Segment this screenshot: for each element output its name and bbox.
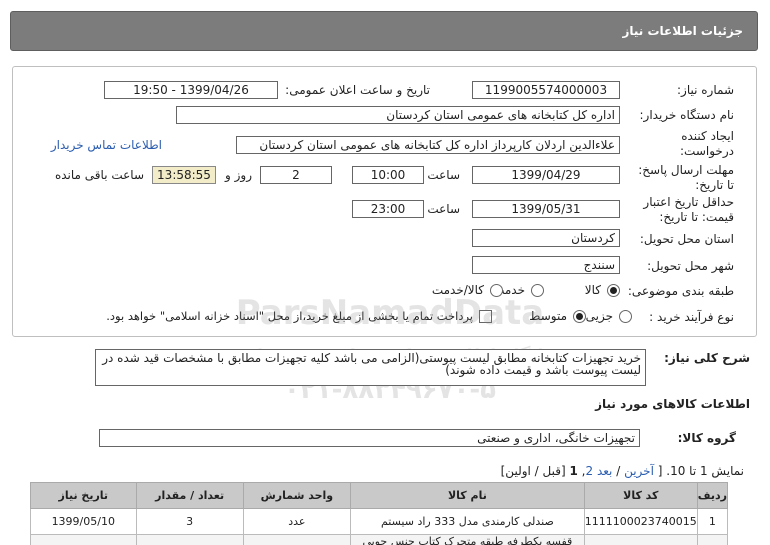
col-name-header: نام کالا — [350, 482, 585, 509]
category-label: طبقه بندی موضوعی: — [627, 284, 734, 298]
reply-time-field: 10:00 — [352, 166, 424, 184]
reply-time-label: ساعت — [427, 168, 460, 182]
validity-date-field: 1399/05/31 — [472, 200, 620, 218]
col-unit-header: واحد شمارش — [242, 482, 352, 509]
announce-date-label: تاریخ و ساعت اعلان عمومی: — [285, 83, 430, 97]
category-radio-goods[interactable] — [607, 284, 620, 297]
remaining-time-field: 13:58:55 — [152, 166, 216, 184]
city-field: سنندج — [472, 256, 620, 274]
table-row[interactable]: قفسه یکطرفه طبقه متحرک کتاب جنس چوبی ابع… — [30, 534, 729, 545]
treasury-payment-note: پرداخت تمام یا بخشی از مبلغ خرید،از محل … — [106, 309, 473, 323]
pager-range: نمایش 1 تا 10. [ — [657, 464, 744, 478]
col-code-header: کد کالا — [583, 482, 698, 509]
remaining-time-label: ساعت باقی مانده — [54, 168, 144, 182]
category-radio-service[interactable] — [531, 284, 544, 297]
requester-label-2: درخواست: — [680, 144, 734, 158]
cell-qty — [135, 534, 244, 545]
pager-page-2-link[interactable]: 2 — [585, 464, 593, 478]
purchase-option-medium: متوسط — [529, 309, 567, 323]
reply-deadline-label-1: مهلت ارسال پاسخ: — [638, 163, 734, 177]
buyer-org-label: نام دستگاه خریدار: — [639, 108, 735, 122]
table-row[interactable]: 1 1111100023740015 صندلی کارمندی مدل 333… — [30, 508, 729, 535]
description-label: شرح کلی نیاز: — [664, 351, 750, 365]
validity-label-1: حداقل تاریخ اعتبار — [643, 195, 734, 209]
need-number-field: 1199005574000003 — [472, 81, 620, 99]
pager-next-link[interactable]: بعد — [597, 464, 612, 478]
validity-time-field: 23:00 — [352, 200, 424, 218]
cell-name: صندلی کارمندی مدل 333 راد سیستم — [350, 508, 585, 535]
cell-code — [583, 534, 698, 545]
requester-label-1: ایجاد کننده — [681, 129, 734, 143]
announce-date-field: 1399/04/26 - 19:50 — [104, 81, 278, 99]
category-option-goods: کالا — [584, 283, 601, 297]
items-table: ردیف کد کالا نام کالا واحد شمارش تعداد /… — [30, 482, 729, 545]
need-number-label: شماره نیاز: — [677, 83, 734, 97]
pager-current-page: 1 — [569, 464, 578, 478]
validity-label-2: قیمت: تا تاریخ: — [659, 210, 734, 224]
page-header: جزئیات اطلاعات نیاز — [10, 11, 758, 51]
cell-row: 1 — [696, 508, 729, 535]
table-pager: نمایش 1 تا 10. [ آخرین / بعد 2, 1 [قبل /… — [500, 464, 744, 478]
cell-date — [30, 534, 137, 545]
validity-time-label: ساعت — [427, 202, 460, 216]
buyer-org-field: اداره کل کتابخانه های عمومی استان کردستا… — [176, 106, 620, 124]
cell-unit — [242, 534, 352, 545]
purchase-radio-medium[interactable] — [573, 310, 586, 323]
goods-group-label: گروه کالا: — [677, 431, 736, 445]
cell-code: 1111100023740015 — [583, 508, 698, 535]
cell-date: 1399/05/10 — [30, 508, 137, 535]
days-label: روز و — [225, 168, 252, 182]
goods-section-title: اطلاعات کالاهای مورد نیاز — [595, 397, 750, 411]
cell-row — [696, 534, 729, 545]
col-date-header: تاریخ نیاز — [30, 482, 137, 509]
pager-tail: [قبل / اولین] — [500, 464, 566, 478]
category-option-both: کالا/خدمت — [431, 283, 484, 297]
category-radio-both[interactable] — [490, 284, 503, 297]
description-text: خرید تجهیزات کتابخانه مطابق لیست پیوستی(… — [95, 349, 646, 386]
table-header-row: ردیف کد کالا نام کالا واحد شمارش تعداد /… — [30, 482, 729, 509]
goods-group-field: تجهیزات خانگی، اداری و صنعتی — [99, 429, 640, 447]
need-details-panel: شماره نیاز: 1199005574000003 تاریخ و ساع… — [12, 66, 757, 337]
purchase-radio-minor[interactable] — [619, 310, 632, 323]
cell-name: قفسه یکطرفه طبقه متحرک کتاب جنس چوبی ابع… — [350, 534, 585, 545]
treasury-payment-checkbox[interactable] — [479, 310, 492, 323]
requester-field: علاءالدین اردلان کارپرداز اداره کل کتابخ… — [236, 136, 620, 154]
province-field: کردستان — [472, 229, 620, 247]
purchase-option-minor: جزیی — [585, 309, 613, 323]
cell-unit: عدد — [242, 508, 352, 535]
cell-qty: 3 — [135, 508, 244, 535]
page-title: جزئیات اطلاعات نیاز — [622, 24, 743, 38]
days-remaining-field: 2 — [260, 166, 332, 184]
pager-last-link[interactable]: آخرین — [624, 464, 654, 478]
buyer-contact-link[interactable]: اطلاعات تماس خریدار — [51, 138, 162, 152]
reply-deadline-label-2: تا تاریخ: — [695, 178, 734, 192]
reply-date-field: 1399/04/29 — [472, 166, 620, 184]
city-label: شهر محل تحویل: — [647, 259, 734, 273]
col-row-header: ردیف — [696, 482, 729, 509]
purchase-type-label: نوع فرآیند خرید : — [649, 310, 734, 324]
col-qty-header: تعداد / مقدار — [135, 482, 244, 509]
province-label: استان محل تحویل: — [639, 232, 734, 246]
